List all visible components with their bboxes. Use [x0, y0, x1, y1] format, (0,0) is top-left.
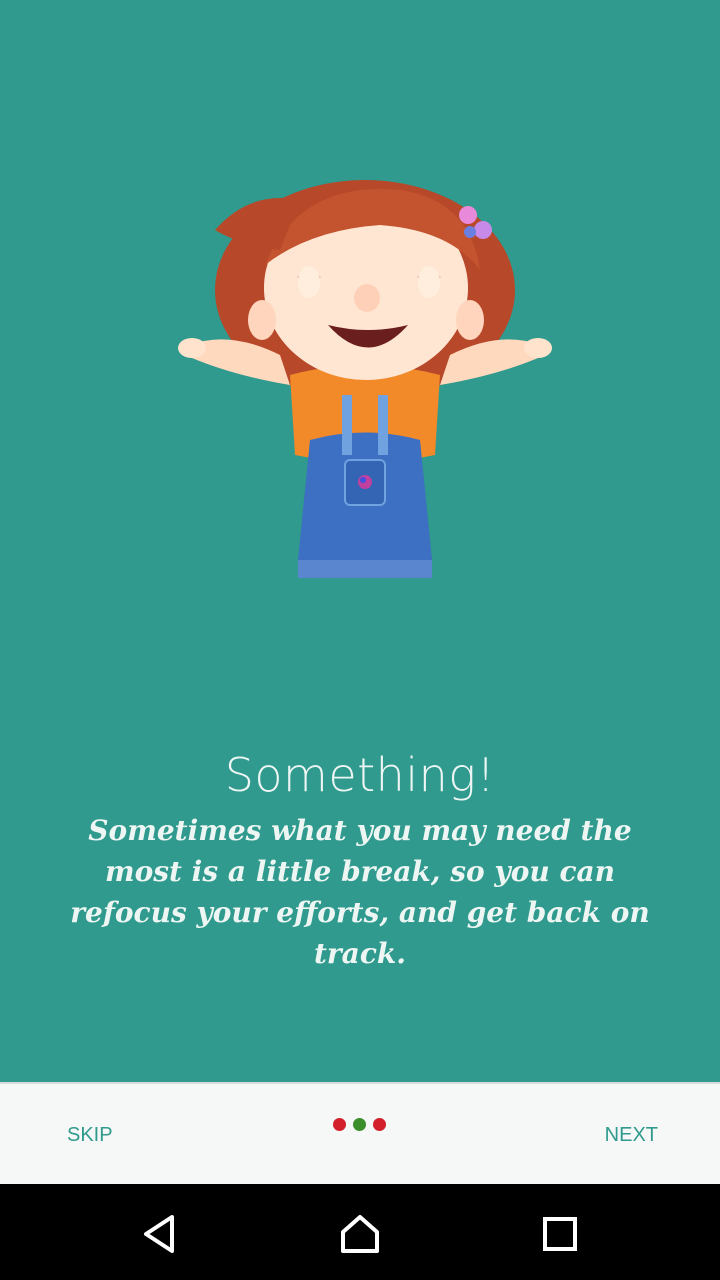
- next-button[interactable]: NEXT: [605, 1124, 658, 1147]
- system-navigation-bar: [0, 1184, 720, 1280]
- girl-illustration: [178, 180, 552, 578]
- onboarding-bottom-bar: SKIP NEXT: [0, 1084, 720, 1184]
- onboarding-title: Something!: [224, 748, 496, 802]
- recents-square-icon[interactable]: [538, 1212, 582, 1256]
- page-dot-3[interactable]: [373, 1118, 386, 1131]
- onboarding-description: Sometimes what you may need the most is …: [70, 814, 650, 970]
- page-indicator: [333, 1118, 393, 1132]
- page-dot-1[interactable]: [333, 1118, 346, 1131]
- onboarding-page: Something! Sometimes what you may need t…: [0, 0, 720, 1082]
- home-icon[interactable]: [338, 1212, 382, 1256]
- back-triangle-icon[interactable]: [138, 1212, 182, 1256]
- page-dot-2-active[interactable]: [353, 1118, 366, 1131]
- skip-button[interactable]: SKIP: [67, 1124, 113, 1147]
